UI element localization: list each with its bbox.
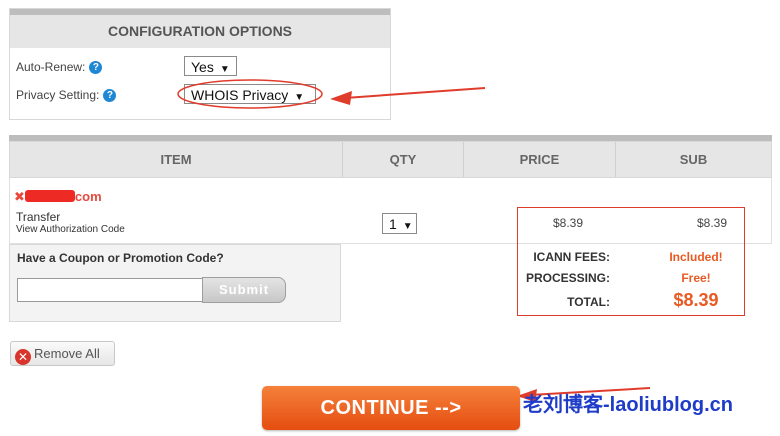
column-header-qty: QTY — [389, 152, 417, 167]
column-header-sub: SUB — [679, 152, 708, 167]
remove-all-button[interactable]: ✕ Remove All — [10, 341, 115, 366]
annotation-arrowhead — [330, 91, 352, 105]
quantity-select[interactable]: 1 ▼ — [382, 213, 417, 234]
column-header-price: PRICE — [519, 152, 560, 167]
highlight-ellipse — [177, 79, 323, 109]
icann-fees-value: Included! — [669, 250, 723, 264]
total-value: $8.39 — [673, 290, 719, 310]
domain-name: ✖ com — [14, 189, 102, 205]
icann-fees-label: ICANN FEES: — [533, 250, 610, 264]
watermark-text: 老刘博客-laoliublog.cn — [523, 394, 733, 416]
processing-label: PROCESSING: — [525, 271, 610, 285]
domain-suffix: com — [74, 189, 102, 204]
cart-table-header: ITEM QTY PRICE SUB — [9, 141, 772, 178]
remove-all-label: Remove All — [34, 346, 100, 361]
view-authorization-code-link[interactable]: View Authorization Code — [16, 224, 125, 235]
remove-icon: ✕ — [15, 349, 31, 365]
processing-value: Free! — [681, 271, 711, 285]
continue-button[interactable]: CONTINUE --> — [262, 386, 520, 430]
dropdown-arrow-icon: ▼ — [402, 221, 413, 232]
coupon-code-input[interactable] — [17, 278, 203, 302]
coupon-submit-button[interactable]: Submit — [202, 277, 286, 303]
coupon-title: Have a Coupon or Promotion Code? — [17, 251, 224, 265]
column-header-item: ITEM — [160, 152, 192, 167]
redacted-domain — [24, 190, 75, 202]
total-label: TOTAL: — [567, 295, 610, 309]
domain-prefix: ✖ — [14, 189, 25, 204]
quantity-value: 1 — [389, 216, 397, 232]
annotation-arrow-line — [344, 87, 486, 99]
item-type: Transfer — [16, 210, 61, 224]
